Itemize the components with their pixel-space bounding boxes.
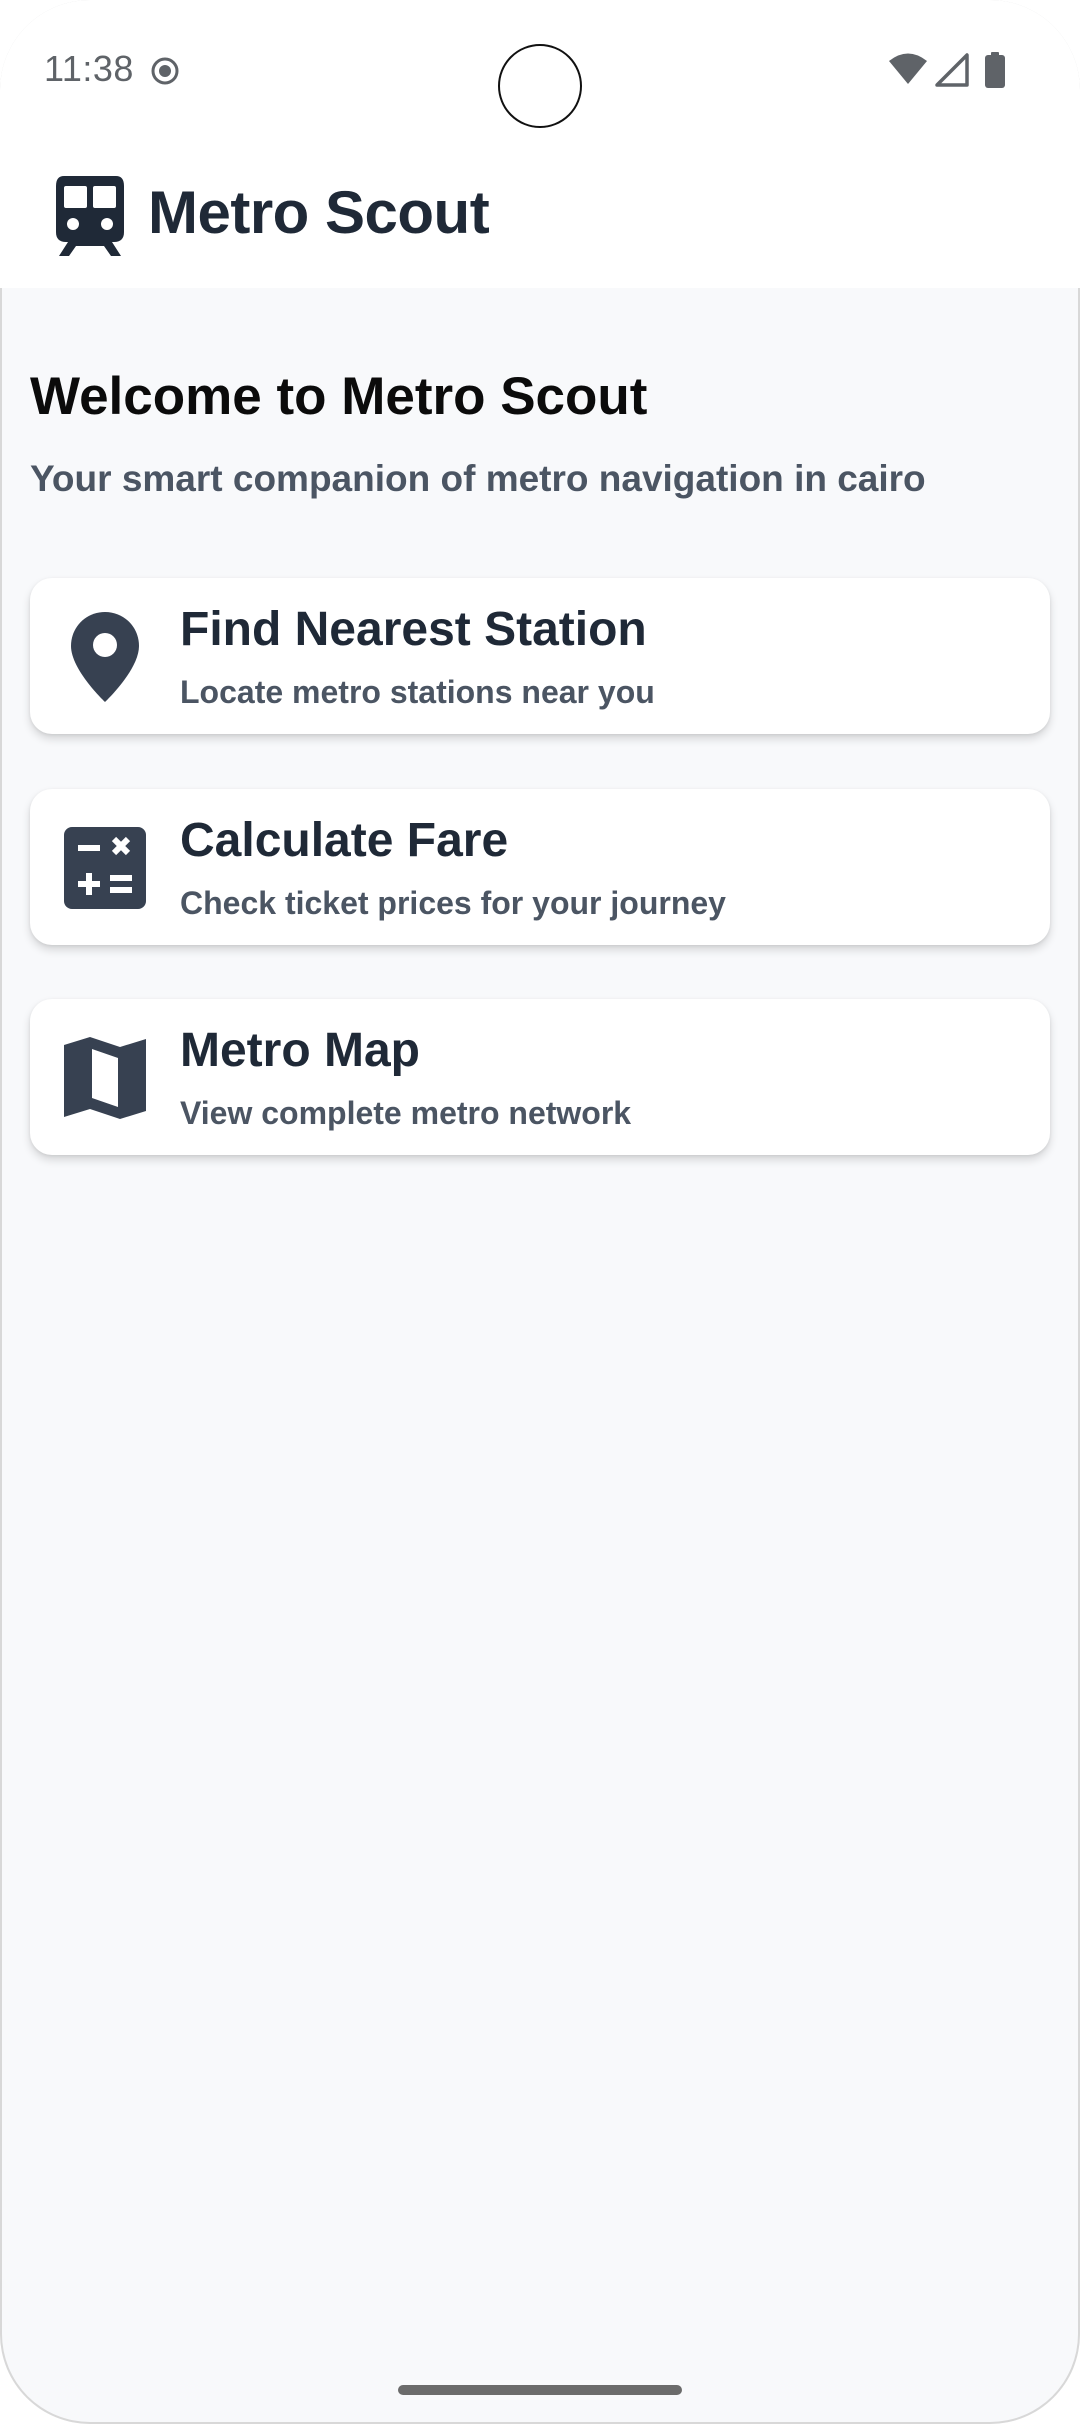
app-bar: Metro Scout (0, 160, 1080, 288)
welcome-subtitle: Your smart companion of metro navigation… (30, 458, 926, 499)
battery-icon (985, 52, 1005, 88)
find-nearest-station-card[interactable]: Find Nearest Station Locate metro statio… (30, 578, 1050, 734)
card-subtitle: Locate metro stations near you (180, 674, 655, 710)
status-bar: 11:38 (0, 0, 1080, 160)
card-subtitle: View complete metro network (180, 1095, 632, 1131)
metro-map-card[interactable]: Metro Map View complete metro network (30, 999, 1050, 1155)
card-title: Find Nearest Station (180, 603, 647, 656)
train-icon (56, 176, 124, 256)
calculator-icon (64, 827, 146, 909)
signal-icon (935, 53, 969, 87)
card-subtitle: Check ticket prices for your journey (180, 885, 726, 921)
home-indicator[interactable] (398, 2385, 682, 2395)
camera-cutout (498, 44, 582, 128)
app-screen: 11:38 Metro Scout Welcome to Metro Scout… (0, 0, 1080, 2424)
card-title: Calculate Fare (180, 814, 509, 867)
status-time: 11:38 (44, 48, 134, 89)
wifi-icon (889, 53, 927, 84)
card-title: Metro Map (180, 1024, 420, 1077)
location-pin-icon (71, 612, 139, 702)
calculate-fare-card[interactable]: Calculate Fare Check ticket prices for y… (30, 789, 1050, 945)
welcome-title: Welcome to Metro Scout (30, 367, 648, 426)
app-title: Metro Scout (148, 179, 490, 246)
map-icon (64, 1037, 146, 1119)
screen-record-icon (151, 57, 179, 85)
